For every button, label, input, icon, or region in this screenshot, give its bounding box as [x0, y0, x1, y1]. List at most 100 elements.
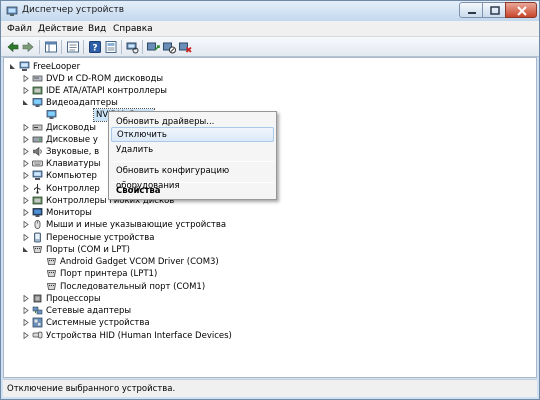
- expand-icon[interactable]: [22, 75, 29, 82]
- processor-icon: [33, 294, 42, 303]
- scan-hardware-icon[interactable]: [125, 40, 139, 54]
- tree-category-label: Мыши и иные указывающие устройства: [46, 220, 227, 230]
- expand-icon[interactable]: [22, 148, 29, 155]
- computer-icon: [19, 61, 30, 71]
- portable-device-icon: [34, 232, 41, 243]
- toolbar: ?: [1, 37, 539, 57]
- dvd-drive-icon: [32, 75, 43, 82]
- properties-icon[interactable]: [66, 40, 80, 54]
- floppy-drive-icon: [32, 124, 43, 131]
- sound-device-icon: [33, 146, 42, 157]
- tree-category-label: Клавиатуры: [46, 159, 101, 169]
- port-icon: [47, 283, 56, 290]
- close-button[interactable]: [505, 2, 537, 18]
- forward-icon[interactable]: [21, 40, 35, 54]
- tree-category-label: Видеоадаптеры: [46, 98, 118, 108]
- menu-file[interactable]: Файл: [7, 24, 32, 34]
- window-title: Диспетчер устройств: [22, 5, 125, 15]
- tree-category-label: Компьютер: [46, 171, 97, 181]
- collapse-icon[interactable]: [9, 63, 16, 70]
- tree-category-label: Переносные устройства: [46, 233, 155, 243]
- expand-icon[interactable]: [22, 87, 29, 94]
- expand-icon[interactable]: [22, 124, 29, 131]
- menu-help[interactable]: Справка: [113, 24, 153, 34]
- expand-icon[interactable]: [22, 332, 29, 339]
- toolbar-separator: [142, 40, 143, 54]
- device-tree[interactable]: FreeLooper DVD и CD-ROM дисководы IDE AT…: [3, 57, 537, 378]
- mouse-icon: [34, 220, 41, 229]
- tree-category-label: DVD и CD-ROM дисководы: [46, 74, 164, 84]
- expand-icon[interactable]: [22, 319, 29, 326]
- hid-device-icon: [32, 331, 43, 339]
- disable-device-icon[interactable]: [162, 40, 176, 54]
- device-manager-icon: [6, 5, 18, 17]
- floppy-controller-icon: [32, 196, 43, 205]
- collapse-icon[interactable]: [22, 246, 29, 253]
- expand-icon[interactable]: [22, 172, 29, 179]
- tree-category-label: Дисководы: [46, 123, 96, 133]
- maximize-button[interactable]: [482, 2, 506, 18]
- menu-bar: Файл Действие Вид Справка: [1, 21, 539, 37]
- usb-controller-icon: [34, 184, 41, 194]
- toolbar-separator: [39, 40, 40, 54]
- minimize-icon: [468, 12, 476, 14]
- tree-category-label: Порты (COM и LPT): [46, 245, 130, 255]
- tree-category-label: Устройства HID (Human Interface Devices): [46, 331, 232, 341]
- menu-disable[interactable]: Отключить: [111, 127, 274, 142]
- show-hide-tree-icon[interactable]: [44, 40, 58, 54]
- help-icon[interactable]: ?: [88, 40, 102, 54]
- back-icon[interactable]: [6, 40, 20, 54]
- expand-icon[interactable]: [22, 209, 29, 216]
- display-adapter-icon: [46, 110, 57, 119]
- port-icon: [47, 270, 56, 277]
- tree-category-label: Мониторы: [46, 208, 92, 218]
- expand-icon[interactable]: [22, 197, 29, 204]
- title-bar[interactable]: Диспетчер устройств: [1, 1, 539, 21]
- expand-icon[interactable]: [22, 234, 29, 241]
- status-text: Отключение выбранного устройства.: [7, 384, 176, 394]
- menu-separator: [111, 182, 274, 183]
- update-driver-icon[interactable]: [146, 40, 160, 54]
- expand-icon[interactable]: [22, 221, 29, 228]
- tree-category-label: Контроллер: [46, 184, 100, 194]
- device-manager-window: Диспетчер устройств Файл Действие Вид Сп…: [0, 0, 540, 400]
- toolbar-separator: [61, 40, 62, 54]
- tree-device-label: Порт принтера (LPT1): [60, 269, 158, 279]
- minimize-button[interactable]: [459, 2, 483, 18]
- display-adapter-icon: [32, 98, 43, 107]
- status-bar: Отключение выбранного устройства.: [3, 379, 537, 397]
- expand-icon[interactable]: [22, 295, 29, 302]
- collapse-icon[interactable]: [22, 99, 29, 106]
- tree-category-label: Звуковые, в: [46, 147, 100, 157]
- expand-icon[interactable]: [22, 160, 29, 167]
- keyboard-icon: [32, 160, 43, 167]
- tree-device-label: Последовательный порт (COM1): [60, 282, 206, 292]
- expand-icon[interactable]: [22, 185, 29, 192]
- maximize-icon: [490, 6, 500, 15]
- context-menu: Обновить драйверы... Отключить Удалить О…: [108, 111, 277, 200]
- ide-controller-icon: [32, 86, 43, 95]
- menu-action[interactable]: Действие: [38, 24, 83, 34]
- uninstall-device-icon[interactable]: [178, 40, 192, 54]
- menu-properties[interactable]: Свойства: [111, 184, 274, 199]
- properties-sheet-icon[interactable]: [104, 40, 118, 54]
- svg-text:?: ?: [92, 44, 97, 54]
- expand-icon[interactable]: [22, 307, 29, 314]
- menu-uninstall[interactable]: Удалить: [111, 143, 274, 158]
- tree-category-label: IDE ATA/ATAPI контроллеры: [46, 86, 167, 96]
- toolbar-separator: [121, 40, 122, 54]
- computer-icon: [32, 170, 43, 180]
- tree-category-label: Процессоры: [46, 294, 101, 304]
- disk-drive-icon: [32, 136, 43, 143]
- menu-separator: [111, 161, 274, 162]
- menu-scan-hardware[interactable]: Обновить конфигурацию оборудования: [111, 164, 274, 191]
- system-device-icon: [32, 317, 43, 328]
- expand-icon[interactable]: [22, 136, 29, 143]
- toolbar-separator: [83, 40, 84, 54]
- monitor-icon: [32, 208, 43, 217]
- port-icon: [33, 246, 42, 253]
- tree-category-label: Системные устройства: [46, 318, 150, 328]
- network-adapter-icon: [32, 306, 43, 315]
- menu-view[interactable]: Вид: [88, 24, 106, 34]
- tree-device-label: Android Gadget VCOM Driver (COM3): [60, 257, 219, 267]
